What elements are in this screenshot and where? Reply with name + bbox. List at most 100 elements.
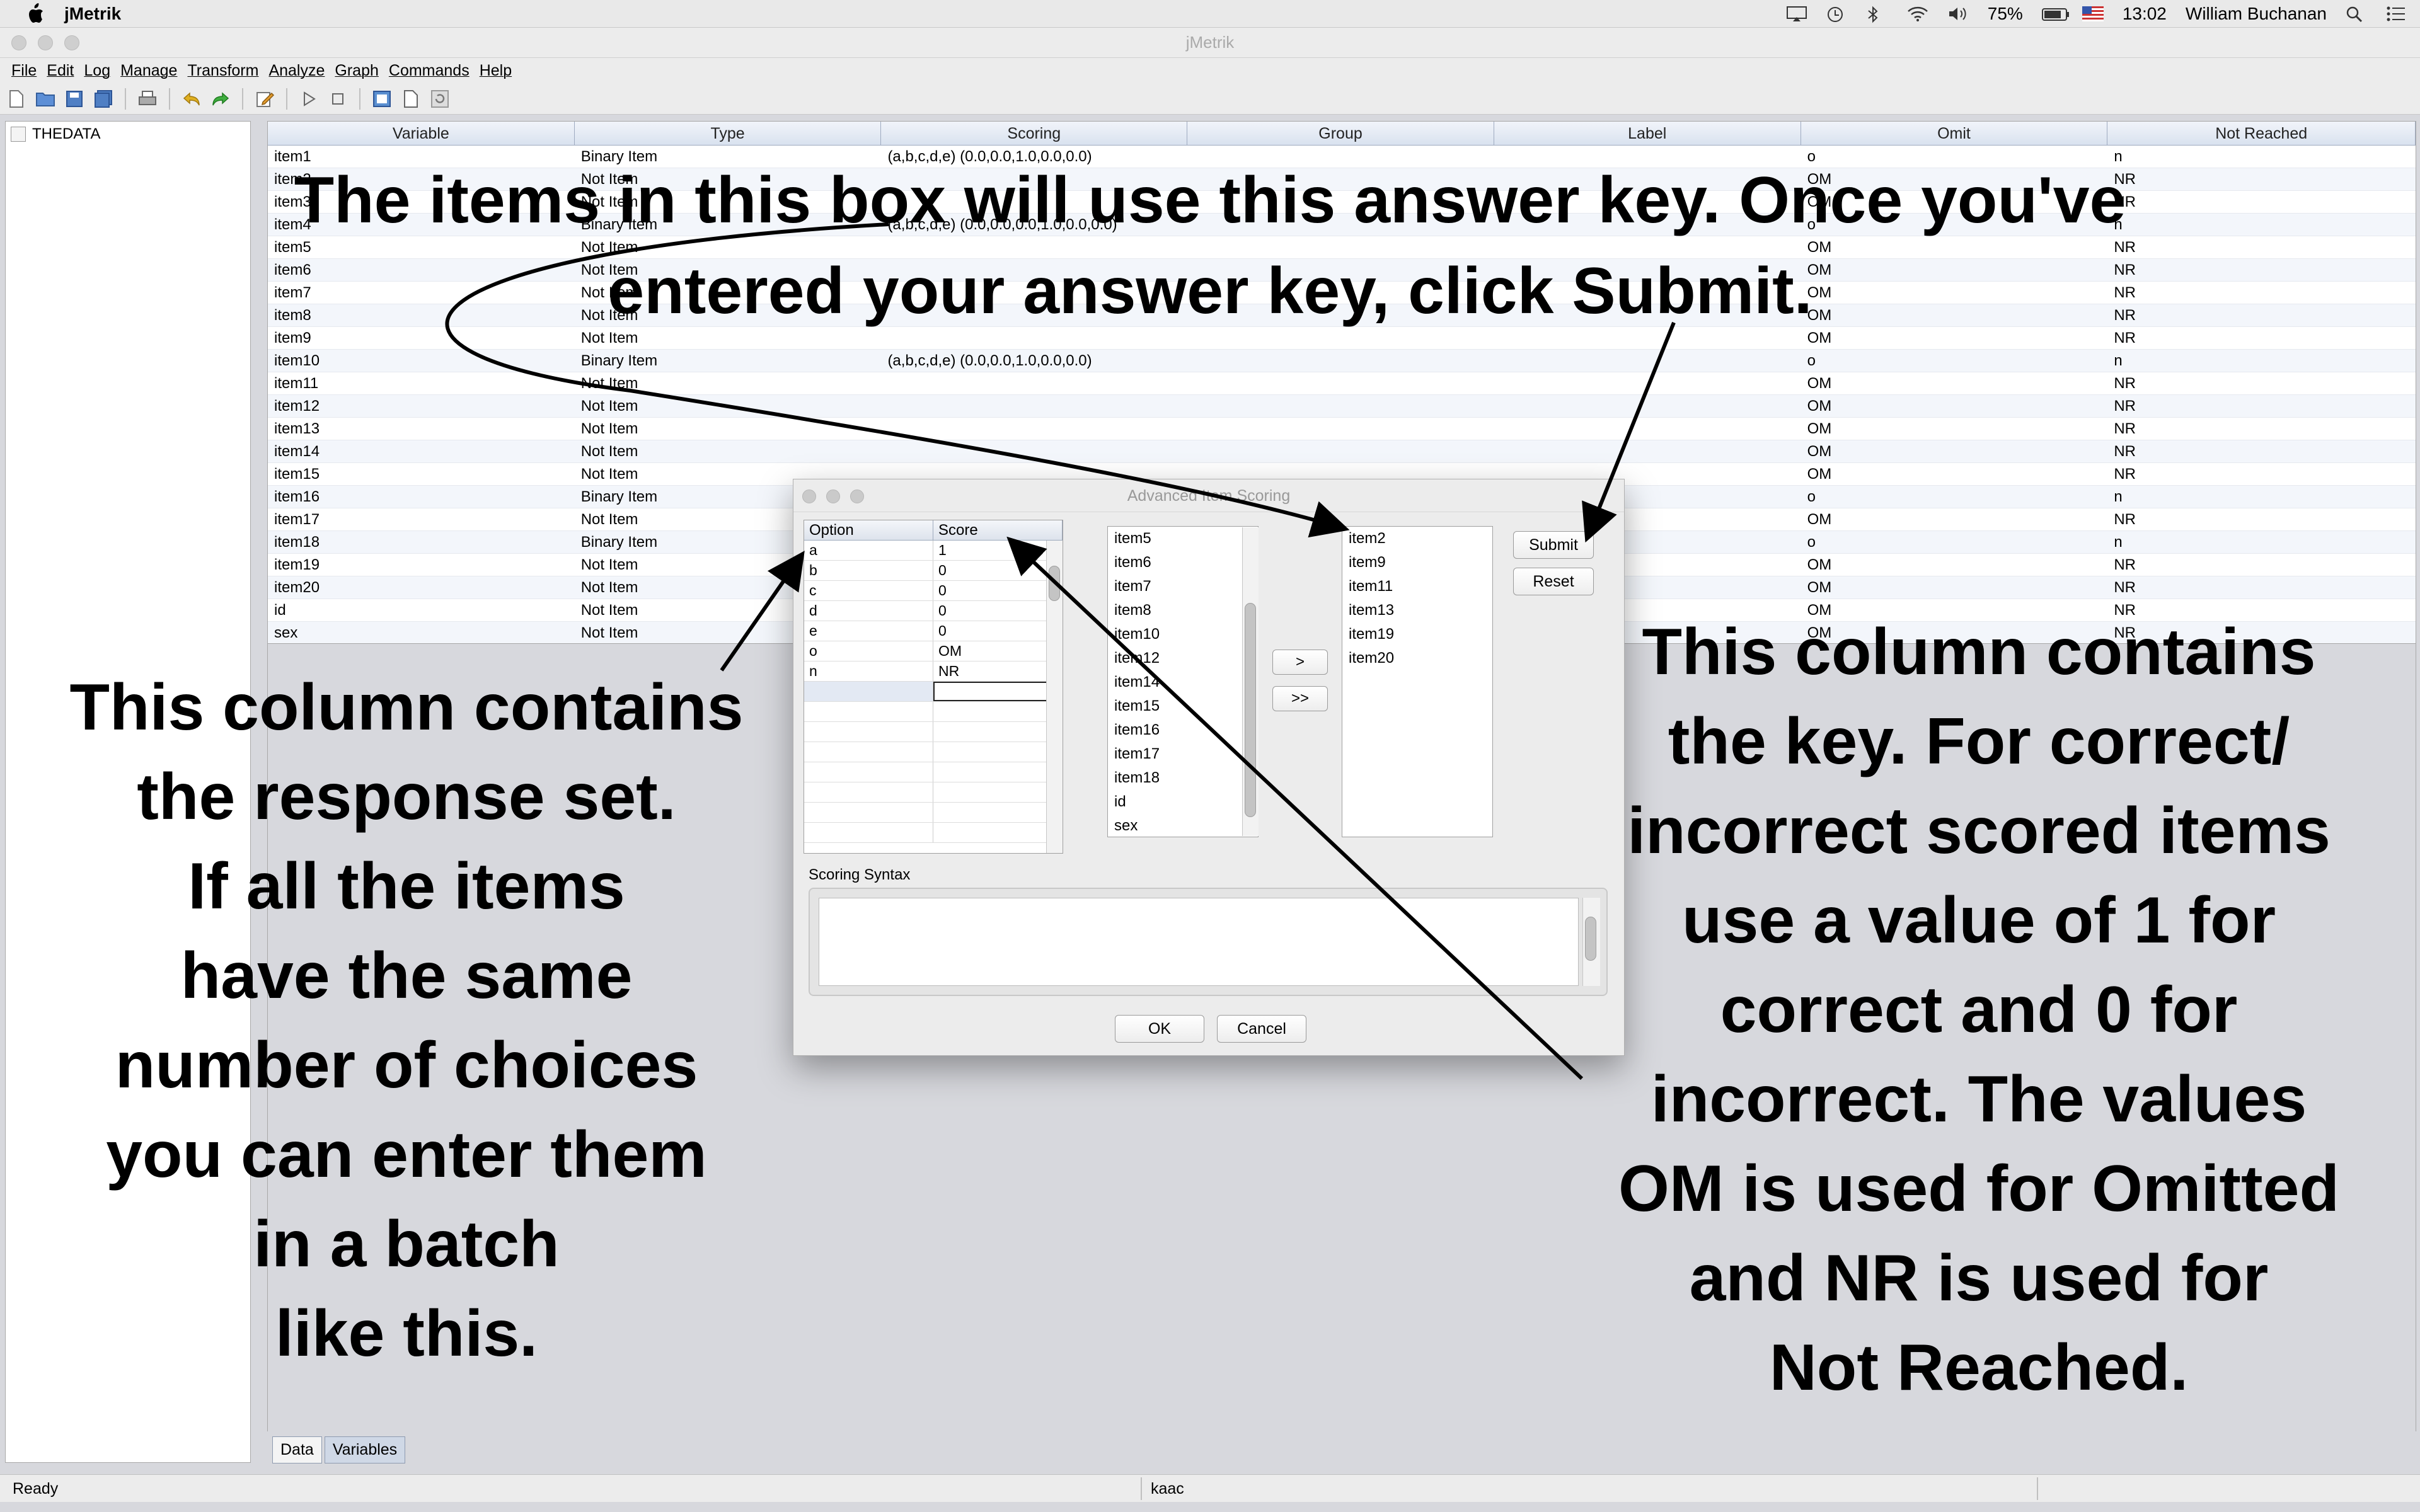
option-column-header[interactable]: Option [804,520,933,540]
cell-omit[interactable]: OM [1801,554,2108,576]
edit-icon[interactable] [253,88,276,110]
stop-icon[interactable] [326,88,349,110]
table-row[interactable]: item13 Not Item OM NR [268,418,2416,440]
user-name[interactable]: William Buchanan [2186,4,2327,24]
time-machine-icon[interactable] [1826,6,1848,22]
cell-not-reached[interactable]: NR [2107,372,2416,394]
cell-label[interactable] [1494,350,1801,372]
selected-item[interactable]: item9 [1342,551,1492,575]
battery-icon[interactable] [2041,6,2069,22]
available-item[interactable]: item6 [1108,551,1258,575]
cell-omit[interactable]: OM [1801,508,2108,530]
cell-scoring[interactable] [881,418,1187,440]
battery-percentage[interactable]: 75% [1988,4,2023,24]
scrollbar-thumb[interactable] [1245,603,1256,817]
option-cell[interactable] [804,762,933,782]
cell-variable[interactable]: sex [268,622,575,643]
score-cell[interactable]: OM [933,641,1063,661]
apple-icon[interactable] [23,1,48,26]
cell-type[interactable]: Not Item [575,440,882,462]
option-cell[interactable]: b [804,561,933,580]
cell-label[interactable] [1494,395,1801,417]
tab-variables[interactable]: Variables [324,1436,406,1463]
score-cell[interactable] [933,742,1063,762]
score-cell[interactable] [933,803,1063,822]
cell-type[interactable]: Not Item [575,395,882,417]
option-row[interactable] [804,823,1063,843]
option-cell[interactable] [804,682,933,701]
available-item[interactable]: item18 [1108,766,1258,790]
table-row[interactable]: item10 Binary Item (a,b,c,d,e) (0.0,0.0,1.… [268,350,2416,372]
column-header-variable[interactable]: Variable [268,122,575,145]
available-item[interactable]: item10 [1108,622,1258,646]
database-icon[interactable] [371,88,393,110]
score-column-header[interactable]: Score [933,520,1063,540]
cell-variable[interactable]: item20 [268,576,575,598]
selected-item[interactable]: item20 [1342,646,1492,670]
table-row[interactable]: item12 Not Item OM NR [268,395,2416,418]
cell-not-reached[interactable]: NR [2107,463,2416,485]
new-file-icon[interactable] [5,88,28,110]
column-header-type[interactable]: Type [575,122,882,145]
tree-node-thedata[interactable]: THEDATA [11,125,100,143]
cell-not-reached[interactable]: NR [2107,576,2416,598]
available-item[interactable]: item17 [1108,742,1258,766]
option-row[interactable] [804,762,1063,782]
available-item[interactable]: item5 [1108,527,1258,551]
menu-commands[interactable]: Commands [389,62,470,80]
option-row[interactable] [804,742,1063,762]
available-items-scrollbar[interactable] [1242,527,1259,836]
option-row[interactable]: a1 [804,541,1063,561]
score-cell[interactable]: NR [933,662,1063,681]
move-selected-button[interactable]: > [1272,650,1328,675]
score-cell[interactable]: 0 [933,601,1063,621]
cell-not-reached[interactable]: NR [2107,418,2416,440]
save-all-icon[interactable] [92,88,115,110]
cell-omit[interactable]: OM [1801,418,2108,440]
cell-variable[interactable]: item11 [268,372,575,394]
column-header-omit[interactable]: Omit [1801,122,2108,145]
option-cell[interactable] [804,803,933,822]
active-app-name[interactable]: jMetrik [64,4,121,24]
score-cell[interactable] [933,823,1063,842]
option-cell[interactable]: n [804,662,933,681]
selected-item[interactable]: item13 [1342,598,1492,622]
table-row[interactable]: item14 Not Item OM NR [268,440,2416,463]
refresh-icon[interactable] [429,88,451,110]
cell-variable[interactable]: item14 [268,440,575,462]
score-cell[interactable]: 0 [933,581,1063,600]
open-folder-icon[interactable] [34,88,57,110]
cell-group[interactable] [1187,372,1494,394]
cell-scoring[interactable] [881,440,1187,462]
us-flag-icon[interactable] [2082,6,2104,22]
score-cell[interactable] [933,722,1063,742]
cell-variable[interactable]: item13 [268,418,575,440]
cell-variable[interactable]: id [268,599,575,621]
cell-not-reached[interactable]: NR [2107,508,2416,530]
cell-variable[interactable]: item12 [268,395,575,417]
option-cell[interactable] [804,823,933,842]
dialog-zoom-button[interactable] [850,490,864,503]
spotlight-search-icon[interactable] [2346,6,2367,23]
score-cell-editing[interactable] [933,682,1063,701]
bluetooth-icon[interactable] [1867,6,1888,23]
cell-not-reached[interactable]: NR [2107,440,2416,462]
cell-type[interactable]: Not Item [575,418,882,440]
airplay-icon[interactable] [1786,6,1807,22]
menu-help[interactable]: Help [480,62,512,80]
column-header-label[interactable]: Label [1494,122,1801,145]
cell-not-reached[interactable]: NR [2107,554,2416,576]
score-cell[interactable] [933,762,1063,782]
scoring-syntax-textarea[interactable] [819,898,1579,986]
cell-label[interactable] [1494,418,1801,440]
document-icon[interactable] [400,88,422,110]
cell-group[interactable] [1187,440,1494,462]
option-row[interactable]: b0 [804,561,1063,581]
score-cell[interactable] [933,702,1063,721]
cell-not-reached[interactable]: n [2107,350,2416,372]
dialog-close-button[interactable] [802,490,816,503]
cell-group[interactable] [1187,395,1494,417]
menu-edit[interactable]: Edit [47,62,74,80]
menu-manage[interactable]: Manage [120,62,177,80]
scrollbar-thumb[interactable] [1049,566,1060,601]
